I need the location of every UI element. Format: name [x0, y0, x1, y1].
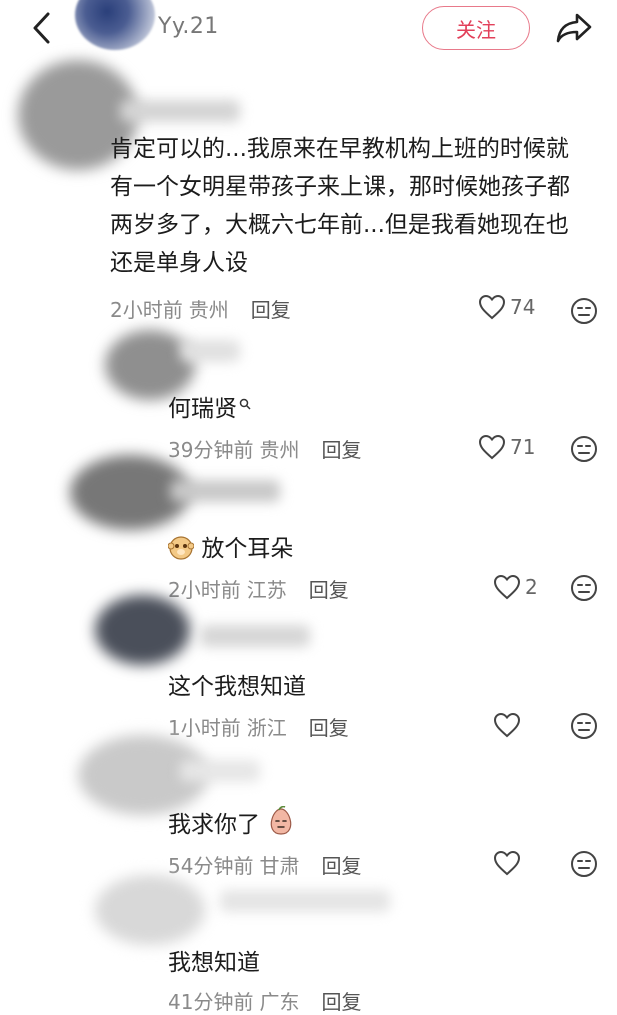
- search-icon: [239, 398, 251, 410]
- reply-button[interactable]: 回复: [309, 574, 349, 603]
- commenter-name-blurred: [120, 100, 240, 122]
- comment-text: 我想知道: [168, 950, 260, 976]
- reply-button[interactable]: 回复: [309, 712, 349, 741]
- comment-location: 贵州: [188, 298, 229, 322]
- dislike-face-icon[interactable]: [570, 574, 598, 602]
- comment-meta: 1小时前 浙江 回复: [168, 712, 349, 741]
- comment-body: 放个耳朵: [201, 536, 294, 562]
- comment-location: 浙江: [246, 716, 287, 740]
- heart-icon: [493, 712, 521, 738]
- heart-icon: [493, 574, 521, 600]
- commenter-name-blurred: [200, 625, 310, 647]
- comment-time: 2小时前: [168, 578, 241, 602]
- comment-time: 1小时前: [168, 716, 241, 740]
- comment-text: 放个耳朵: [168, 530, 293, 568]
- comment-text: 我求你了: [168, 806, 295, 844]
- comment-text: 何瑞贤: [168, 390, 251, 428]
- top-bar: Yy.21 关注: [0, 0, 617, 60]
- like-button[interactable]: 74: [478, 294, 535, 320]
- follow-button[interactable]: 关注: [422, 6, 530, 50]
- comment-meta: 2小时前 江苏 回复: [168, 574, 349, 603]
- like-button[interactable]: 71: [478, 434, 535, 460]
- commenter-avatar-blurred: [95, 595, 190, 665]
- commenter-name-blurred: [180, 760, 260, 782]
- commenter-name-blurred: [180, 340, 240, 362]
- share-arrow-icon: [556, 13, 592, 43]
- share-button[interactable]: [552, 8, 596, 48]
- like-count: 71: [510, 435, 536, 459]
- reply-button[interactable]: 回复: [321, 986, 361, 1015]
- peach-emoji-icon: [271, 806, 292, 835]
- heart-icon: [478, 434, 506, 460]
- heart-icon: [478, 294, 506, 320]
- comment-location: 甘肃: [259, 854, 300, 878]
- reply-button[interactable]: 回复: [321, 434, 361, 463]
- like-button[interactable]: [493, 850, 521, 876]
- commenter-name-blurred: [220, 890, 390, 912]
- like-count: 74: [510, 295, 536, 319]
- chevron-left-icon: [33, 12, 50, 44]
- comment-text: 肯定可以的...我原来在早教机构上班的时候就有一个女明星带孩子来上课，那时候她孩…: [110, 136, 570, 276]
- comment-meta: 41分钟前 广东 回复: [168, 986, 361, 1015]
- comment-location: 贵州: [259, 438, 300, 462]
- mention-link[interactable]: 何瑞贤: [168, 396, 237, 422]
- comment-text: 这个我想知道: [168, 674, 306, 700]
- dislike-face-icon[interactable]: [570, 435, 598, 463]
- comment-time: 39分钟前: [168, 438, 254, 462]
- author-avatar[interactable]: [75, 0, 155, 50]
- reply-button[interactable]: 回复: [321, 850, 361, 879]
- comment-location: 江苏: [246, 578, 287, 602]
- author-username[interactable]: Yy.21: [158, 14, 219, 39]
- dislike-face-icon[interactable]: [570, 297, 598, 325]
- comment-time: 41分钟前: [168, 990, 254, 1014]
- back-button[interactable]: [22, 8, 62, 48]
- commenter-name-blurred: [170, 480, 280, 502]
- monkey-emoji-icon: [168, 536, 194, 560]
- like-count: 2: [525, 575, 538, 599]
- dislike-face-icon[interactable]: [570, 712, 598, 740]
- comment-time: 54分钟前: [168, 854, 254, 878]
- comment-meta: 39分钟前 贵州 回复: [168, 434, 361, 463]
- like-button[interactable]: [493, 712, 521, 738]
- commenter-avatar-blurred: [95, 875, 205, 945]
- comment-location: 广东: [259, 990, 300, 1014]
- comment-meta: 54分钟前 甘肃 回复: [168, 850, 361, 879]
- heart-icon: [493, 850, 521, 876]
- comment-body: 我求你了: [168, 812, 260, 838]
- comment-time: 2小时前: [110, 298, 183, 322]
- comment-meta: 2小时前 贵州 回复: [110, 294, 291, 323]
- reply-button[interactable]: 回复: [251, 294, 291, 323]
- dislike-face-icon[interactable]: [570, 850, 598, 878]
- like-button[interactable]: 2: [493, 574, 538, 600]
